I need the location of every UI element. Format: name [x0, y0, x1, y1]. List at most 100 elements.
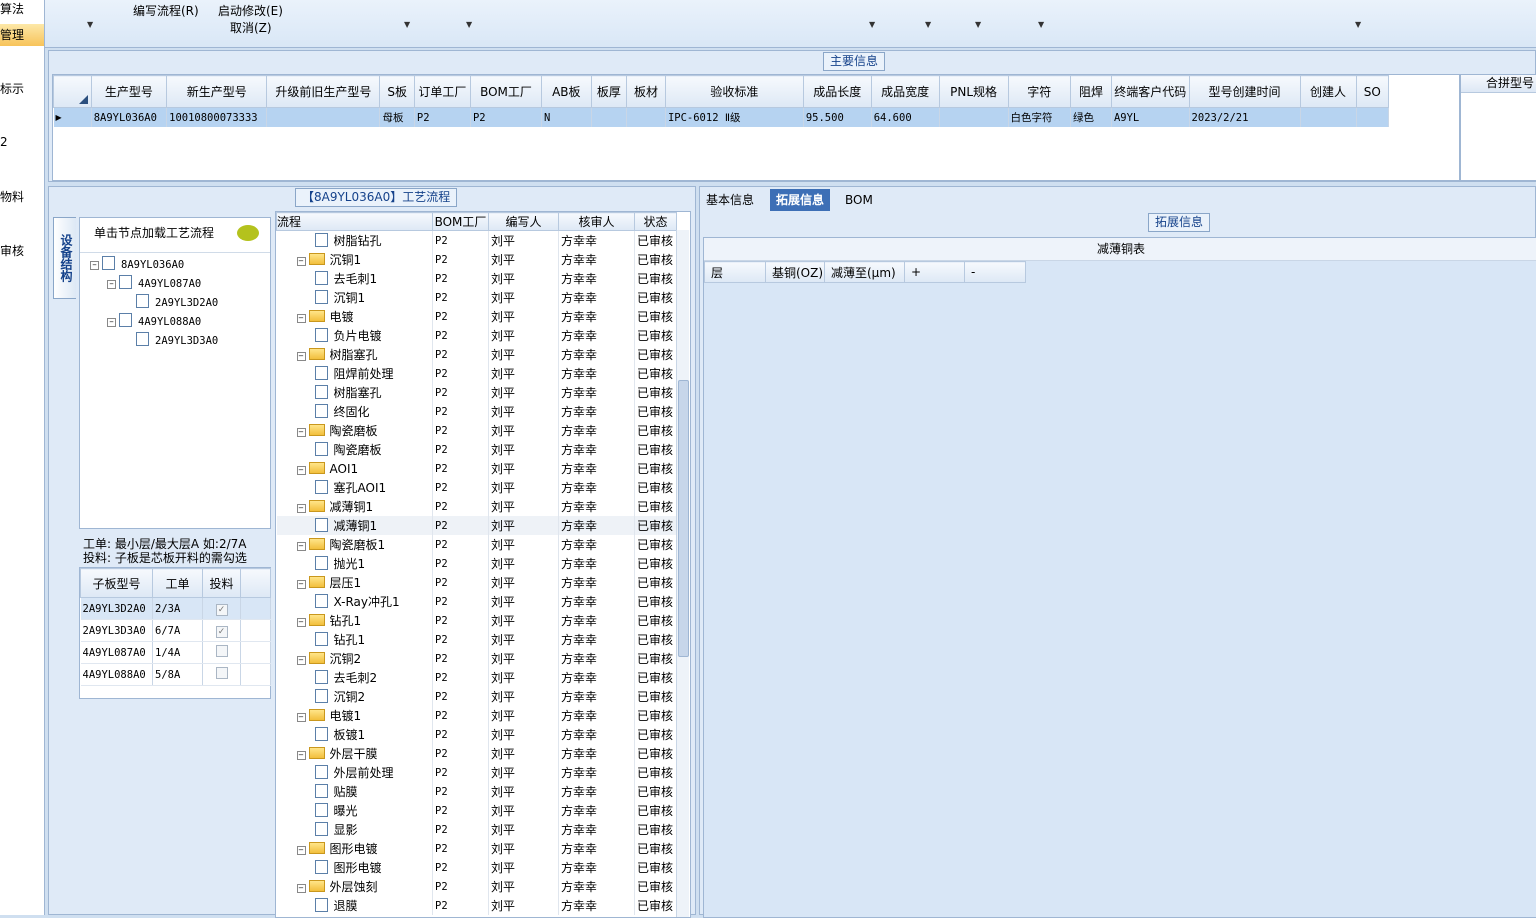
- feed-checkbox[interactable]: [215, 645, 228, 657]
- collapse-icon[interactable]: −: [90, 261, 99, 270]
- flow-reviewer-cell[interactable]: 方幸幸: [558, 440, 635, 459]
- flow-reviewer-cell[interactable]: 方幸幸: [558, 269, 635, 288]
- table-cell[interactable]: P2: [470, 107, 543, 127]
- flow-factory-cell[interactable]: P2: [432, 630, 489, 649]
- column-header[interactable]: -: [964, 261, 1026, 283]
- flow-reviewer-cell[interactable]: 方幸幸: [558, 877, 635, 896]
- flow-name-cell[interactable]: 退膜: [276, 896, 433, 915]
- sub-model-cell[interactable]: 4A9YL087A0: [80, 641, 153, 664]
- column-header[interactable]: SO: [1355, 75, 1390, 108]
- flow-name-cell[interactable]: 减薄铜1: [276, 516, 433, 535]
- flow-name-cell[interactable]: − 树脂塞孔: [276, 345, 433, 364]
- flow-status-cell[interactable]: 已审核: [634, 230, 677, 250]
- column-header[interactable]: S板: [379, 75, 415, 108]
- flow-row[interactable]: − 电镀1 P2 刘平 方幸幸 已审核: [276, 706, 677, 725]
- flow-status-cell[interactable]: 已审核: [634, 383, 677, 402]
- dropdown-arrow-icon[interactable]: ▼: [404, 20, 410, 29]
- flow-reviewer-cell[interactable]: 方幸幸: [558, 516, 635, 535]
- flow-row[interactable]: 终固化 P2 刘平 方幸幸 已审核: [276, 402, 677, 421]
- flow-status-cell[interactable]: 已审核: [634, 516, 677, 535]
- flow-status-cell[interactable]: 已审核: [634, 630, 677, 649]
- flow-status-cell[interactable]: 已审核: [634, 763, 677, 782]
- flow-row[interactable]: − 树脂塞孔 P2 刘平 方幸幸 已审核: [276, 345, 677, 364]
- collapse-icon[interactable]: −: [296, 257, 306, 266]
- flow-name-cell[interactable]: − 层压1: [276, 573, 433, 592]
- flow-row[interactable]: 树脂钻孔 P2 刘平 方幸幸 已审核: [276, 230, 677, 250]
- flow-row[interactable]: X-Ray冲孔1 P2 刘平 方幸幸 已审核: [276, 592, 677, 611]
- flow-row[interactable]: 负片电镀 P2 刘平 方幸幸 已审核: [276, 326, 677, 345]
- column-header[interactable]: 工单: [152, 568, 203, 598]
- flow-row[interactable]: − 图形电镀 P2 刘平 方幸幸 已审核: [276, 839, 677, 858]
- table-row[interactable]: 2A9YL3D3A0 6/7A ✓: [80, 619, 271, 642]
- flow-row[interactable]: 抛光1 P2 刘平 方幸幸 已审核: [276, 554, 677, 573]
- flow-status-cell[interactable]: 已审核: [634, 858, 677, 877]
- flow-status-cell[interactable]: 已审核: [634, 801, 677, 820]
- flow-writer-cell[interactable]: 刘平: [488, 592, 559, 611]
- details-tab[interactable]: BOM: [839, 189, 879, 211]
- flow-row[interactable]: − 外层蚀刻 P2 刘平 方幸幸 已审核: [276, 877, 677, 896]
- cancel-button[interactable]: 取消(Z): [230, 19, 272, 36]
- flow-status-cell[interactable]: 已审核: [634, 554, 677, 573]
- flow-row[interactable]: 去毛刺1 P2 刘平 方幸幸 已审核: [276, 269, 677, 288]
- flow-reviewer-cell[interactable]: 方幸幸: [558, 459, 635, 478]
- flow-factory-cell[interactable]: P2: [432, 497, 489, 516]
- sub-order-cell[interactable]: 5/8A: [152, 663, 203, 686]
- left-nav-item[interactable]: 审核: [0, 242, 24, 259]
- flow-name-cell[interactable]: 图形电镀: [276, 858, 433, 877]
- table-cell[interactable]: 2023/2/21: [1189, 107, 1301, 127]
- dropdown-arrow-icon[interactable]: ▼: [466, 20, 472, 29]
- flow-status-cell[interactable]: 已审核: [634, 668, 677, 687]
- flow-writer-cell[interactable]: 刘平: [488, 706, 559, 725]
- column-header[interactable]: BOM工厂: [469, 75, 543, 108]
- flow-reviewer-cell[interactable]: 方幸幸: [558, 820, 635, 839]
- collapse-icon[interactable]: −: [296, 751, 306, 760]
- flow-factory-cell[interactable]: P2: [432, 307, 489, 326]
- flow-reviewer-cell[interactable]: 方幸幸: [558, 725, 635, 744]
- collapse-icon[interactable]: −: [107, 318, 116, 327]
- flow-writer-cell[interactable]: 刘平: [488, 497, 559, 516]
- flow-reviewer-cell[interactable]: 方幸幸: [558, 744, 635, 763]
- flow-factory-cell[interactable]: P2: [432, 383, 489, 402]
- collapse-icon[interactable]: −: [296, 580, 306, 589]
- flow-row[interactable]: − 电镀 P2 刘平 方幸幸 已审核: [276, 307, 677, 326]
- flow-writer-cell[interactable]: 刘平: [488, 630, 559, 649]
- flow-row[interactable]: − 层压1 P2 刘平 方幸幸 已审核: [276, 573, 677, 592]
- column-header[interactable]: 验收标准: [664, 75, 804, 108]
- collapse-icon[interactable]: −: [296, 352, 306, 361]
- tree-node[interactable]: − 4A9YL088A0: [107, 313, 201, 328]
- details-tab[interactable]: 基本信息: [700, 189, 760, 211]
- column-header[interactable]: 板厚: [590, 75, 628, 108]
- flow-factory-cell[interactable]: P2: [432, 744, 489, 763]
- flow-writer-cell[interactable]: 刘平: [488, 801, 559, 820]
- flow-status-cell[interactable]: 已审核: [634, 611, 677, 630]
- collapse-icon[interactable]: −: [296, 884, 306, 893]
- collapse-icon[interactable]: −: [296, 656, 306, 665]
- column-header[interactable]: 成品长度: [802, 75, 872, 108]
- column-header[interactable]: 层: [704, 261, 766, 283]
- flow-reviewer-cell[interactable]: 方幸幸: [558, 630, 635, 649]
- flow-status-cell[interactable]: 已审核: [634, 896, 677, 915]
- flow-row[interactable]: 曝光 P2 刘平 方幸幸 已审核: [276, 801, 677, 820]
- flow-writer-cell[interactable]: 刘平: [488, 554, 559, 573]
- flow-name-cell[interactable]: 去毛刺1: [276, 269, 433, 288]
- dropdown-arrow-icon[interactable]: ▼: [1355, 20, 1361, 29]
- flow-factory-cell[interactable]: P2: [432, 364, 489, 383]
- flow-status-cell[interactable]: 已审核: [634, 839, 677, 858]
- flow-row[interactable]: − AOI1 P2 刘平 方幸幸 已审核: [276, 459, 677, 478]
- flow-reviewer-cell[interactable]: 方幸幸: [558, 307, 635, 326]
- left-nav-item[interactable]: 算法: [0, 0, 24, 17]
- flow-factory-cell[interactable]: P2: [432, 573, 489, 592]
- column-header[interactable]: BOM工厂: [432, 212, 489, 231]
- column-header[interactable]: 板材: [626, 75, 666, 108]
- flow-status-cell[interactable]: 已审核: [634, 592, 677, 611]
- table-cell[interactable]: 10010800073333: [166, 107, 268, 127]
- flow-status-cell[interactable]: 已审核: [634, 250, 677, 269]
- flow-reviewer-cell[interactable]: 方幸幸: [558, 687, 635, 706]
- flow-row[interactable]: 陶瓷磨板 P2 刘平 方幸幸 已审核: [276, 440, 677, 459]
- flow-writer-cell[interactable]: 刘平: [488, 858, 559, 877]
- table-cell[interactable]: P2: [414, 107, 471, 127]
- flow-row[interactable]: 沉铜1 P2 刘平 方幸幸 已审核: [276, 288, 677, 307]
- flow-status-cell[interactable]: 已审核: [634, 649, 677, 668]
- flow-name-cell[interactable]: 阻焊前处理: [276, 364, 433, 383]
- table-cell[interactable]: [626, 107, 666, 127]
